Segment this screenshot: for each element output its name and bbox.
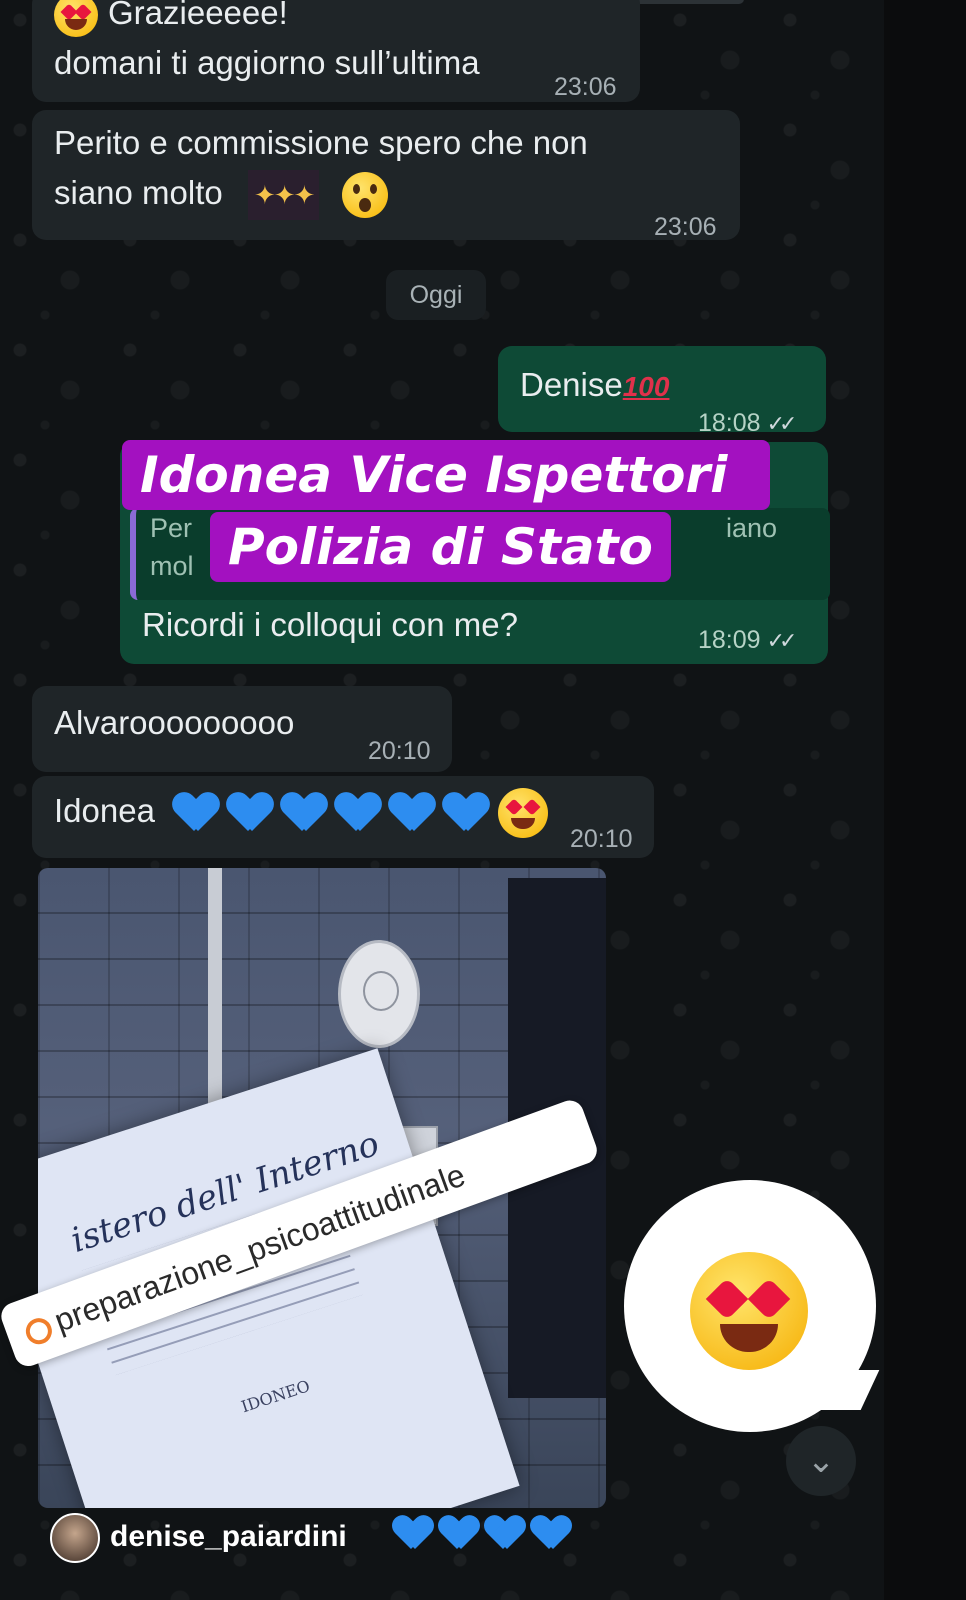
blue-heart-icon [228,793,272,833]
party-popper-emoji: ✦✦✦ [247,170,320,220]
story-title-line-2: Polizia di Stato [210,512,671,582]
blue-heart-icon [336,793,380,833]
incoming-message[interactable]: Perito e commissione spero che non siano… [32,110,740,241]
blue-heart-icon [440,1516,478,1552]
message-line: Idonea [54,786,549,839]
message-text: Perito e commissione spero che non [54,124,588,161]
message-time: 20:10 [368,737,431,765]
blue-heart-icon [390,793,434,833]
message-text: Grazieeeee! [108,0,288,31]
message-line: Grazieeeee! [54,0,288,38]
blue-heart-icon [444,793,488,833]
heart-eyes-emoji [54,0,98,38]
heart-eyes-emoji [690,1252,808,1370]
heart-eyes-emoji [498,788,549,839]
photo-message[interactable]: istero dell' Interno IDONEO [38,868,606,1508]
story-username[interactable]: denise_paiardini [110,1513,347,1561]
message-line: siano molto ✦✦✦ [54,168,389,220]
side-strip [884,0,966,1600]
incoming-message[interactable]: Idonea 20:10 [32,776,654,858]
outgoing-message[interactable]: Denise100 18:08 ✓✓ [498,346,826,437]
blue-heart-icon [282,793,326,833]
message-time: 23:06 [554,73,617,101]
time-text: 18:08 [698,409,761,437]
blue-heart-icon [174,793,218,833]
message-text: Denise [520,366,623,403]
mention-at-icon [22,1314,56,1348]
avatar[interactable] [50,1513,100,1563]
message-text: Ricordi i colloqui con me? [142,606,519,643]
emblem-plaque [338,940,420,1048]
message-time: 18:09 ✓✓ [698,626,798,655]
quoted-text: Per [150,513,193,543]
double-check-icon: ✓✓ [766,628,798,653]
incoming-message[interactable]: Grazieeeee! domani ti aggiorno sull’ulti… [32,0,640,102]
story-title-line-1: Idonea Vice Ispettori [122,440,770,510]
quoted-text: mol [150,551,194,581]
username-hearts [394,1516,578,1552]
message-text: domani ti aggiorno sull’ultima [54,44,480,81]
blue-heart-icon [532,1516,570,1552]
hundred-points-emoji: 100 [622,371,670,402]
blue-heart-icon [486,1516,524,1552]
time-text: 18:09 [698,626,761,654]
blue-heart-icon [394,1516,432,1552]
message-text: Alvarooooooooo [54,704,295,741]
scroll-down-icon[interactable]: ⌄ [786,1426,856,1496]
date-separator: Oggi [386,270,486,320]
double-check-icon: ✓✓ [766,411,798,436]
document-stamp: IDONEO [238,1376,313,1417]
message-text: siano molto [54,174,223,211]
message-text: Idonea [54,792,155,829]
quoted-text: iano [726,513,778,543]
incoming-message[interactable]: Alvarooooooooo 20:10 [32,686,452,772]
message-line: Denise100 [520,360,669,412]
message-time: 23:06 [654,213,717,241]
astonished-emoji [342,172,389,219]
message-time: 20:10 [570,825,633,853]
